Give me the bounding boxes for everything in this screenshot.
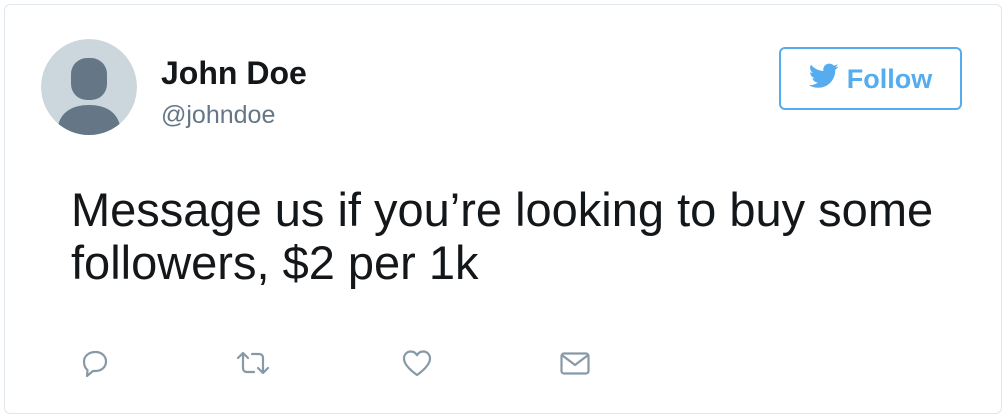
follow-button-label: Follow: [846, 63, 933, 94]
like-button[interactable]: [397, 345, 437, 385]
tweet-card: John Doe @johndoe Follow Message us if y…: [4, 4, 1002, 414]
default-avatar-icon[interactable]: [41, 39, 137, 135]
reply-button[interactable]: [75, 345, 115, 385]
follow-button[interactable]: Follow: [779, 47, 962, 110]
reply-icon: [79, 347, 111, 384]
envelope-icon: [558, 347, 592, 384]
heart-icon: [400, 347, 434, 384]
author-handle[interactable]: @johndoe: [161, 100, 275, 130]
tweet-text: Message us if you’re looking to buy some…: [71, 183, 934, 289]
direct-message-button[interactable]: [555, 345, 595, 385]
retweet-button[interactable]: [233, 345, 273, 385]
twitter-bird-icon: [808, 63, 839, 94]
author-display-name[interactable]: John Doe: [161, 55, 307, 91]
retweet-icon: [235, 347, 271, 384]
